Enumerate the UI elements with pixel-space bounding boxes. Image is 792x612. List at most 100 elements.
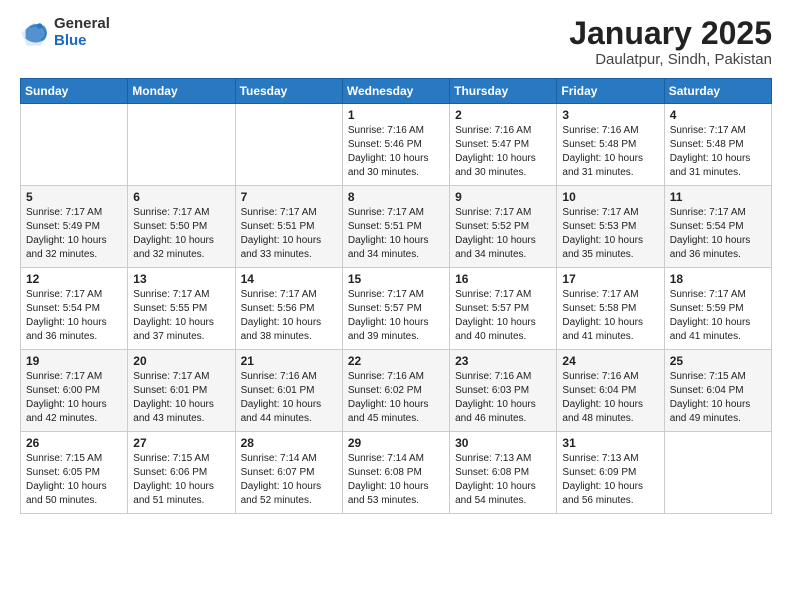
day-number: 6 bbox=[133, 190, 229, 204]
day-number: 29 bbox=[348, 436, 444, 450]
header-sunday: Sunday bbox=[21, 79, 128, 104]
table-row: 9 Sunrise: 7:17 AM Sunset: 5:52 PM Daylig… bbox=[450, 186, 557, 268]
title-area: January 2025 Daulatpur, Sindh, Pakistan bbox=[569, 16, 772, 68]
table-row: 30Sunrise: 7:13 AM Sunset: 6:08 PM Dayli… bbox=[450, 432, 557, 514]
day-info: Sunrise: 7:17 AM Sunset: 5:51 PM Dayligh… bbox=[241, 206, 337, 262]
day-number: 22 bbox=[348, 354, 444, 368]
day-number: 28 bbox=[241, 436, 337, 450]
table-row: 20Sunrise: 7:17 AM Sunset: 6:01 PM Dayli… bbox=[128, 350, 235, 432]
table-row bbox=[21, 104, 128, 186]
day-number: 16 bbox=[455, 272, 551, 286]
day-info: Sunrise: 7:16 AM Sunset: 5:46 PM Dayligh… bbox=[348, 124, 444, 180]
day-info: Sunrise: 7:17 AM Sunset: 5:51 PM Dayligh… bbox=[348, 206, 444, 262]
header-tuesday: Tuesday bbox=[235, 79, 342, 104]
table-row: 18 Sunrise: 7:17 AM Sunset: 5:59 PM Dayli… bbox=[664, 268, 771, 350]
day-number: 26 bbox=[26, 436, 122, 450]
header-saturday: Saturday bbox=[664, 79, 771, 104]
day-number: 14 bbox=[241, 272, 337, 286]
table-row bbox=[664, 432, 771, 514]
table-row: 27 Sunrise: 7:15 AM Sunset: 6:06 PM Dayli… bbox=[128, 432, 235, 514]
header-friday: Friday bbox=[557, 79, 664, 104]
table-row: 3Sunrise: 7:16 AM Sunset: 5:48 PM Daylig… bbox=[557, 104, 664, 186]
header-wednesday: Wednesday bbox=[342, 79, 449, 104]
week-row-3: 19 Sunrise: 7:17 AM Sunset: 6:00 PM Dayli… bbox=[21, 350, 772, 432]
day-info: Sunrise: 7:17 AM Sunset: 5:59 PM Dayligh… bbox=[670, 288, 766, 344]
table-row: 24 Sunrise: 7:16 AM Sunset: 6:04 PM Dayli… bbox=[557, 350, 664, 432]
day-number: 27 bbox=[133, 436, 229, 450]
day-info: Sunrise: 7:14 AM Sunset: 6:07 PM Dayligh… bbox=[241, 452, 337, 508]
day-number: 2 bbox=[455, 108, 551, 122]
day-info: Sunrise: 7:17 AM Sunset: 5:52 PM Dayligh… bbox=[455, 206, 551, 262]
week-row-0: 1Sunrise: 7:16 AM Sunset: 5:46 PM Daylig… bbox=[21, 104, 772, 186]
day-info: Sunrise: 7:17 AM Sunset: 5:55 PM Dayligh… bbox=[133, 288, 229, 344]
day-info: Sunrise: 7:15 AM Sunset: 6:04 PM Dayligh… bbox=[670, 370, 766, 426]
day-number: 9 bbox=[455, 190, 551, 204]
table-row: 8 Sunrise: 7:17 AM Sunset: 5:51 PM Daylig… bbox=[342, 186, 449, 268]
day-info: Sunrise: 7:15 AM Sunset: 6:05 PM Dayligh… bbox=[26, 452, 122, 508]
day-info: Sunrise: 7:14 AM Sunset: 6:08 PM Dayligh… bbox=[348, 452, 444, 508]
table-row: 26 Sunrise: 7:15 AM Sunset: 6:05 PM Dayli… bbox=[21, 432, 128, 514]
table-row: 7 Sunrise: 7:17 AM Sunset: 5:51 PM Daylig… bbox=[235, 186, 342, 268]
table-row: 28 Sunrise: 7:14 AM Sunset: 6:07 PM Dayli… bbox=[235, 432, 342, 514]
table-row: 11 Sunrise: 7:17 AM Sunset: 5:54 PM Dayli… bbox=[664, 186, 771, 268]
header-row: Sunday Monday Tuesday Wednesday Thursday… bbox=[21, 79, 772, 104]
day-info: Sunrise: 7:17 AM Sunset: 6:00 PM Dayligh… bbox=[26, 370, 122, 426]
table-row: 21 Sunrise: 7:16 AM Sunset: 6:01 PM Dayli… bbox=[235, 350, 342, 432]
day-info: Sunrise: 7:17 AM Sunset: 6:01 PM Dayligh… bbox=[133, 370, 229, 426]
day-info: Sunrise: 7:17 AM Sunset: 5:57 PM Dayligh… bbox=[455, 288, 551, 344]
header-monday: Monday bbox=[128, 79, 235, 104]
day-number: 25 bbox=[670, 354, 766, 368]
day-number: 11 bbox=[670, 190, 766, 204]
day-info: Sunrise: 7:16 AM Sunset: 6:03 PM Dayligh… bbox=[455, 370, 551, 426]
logo-general-text: General bbox=[54, 16, 110, 33]
day-number: 18 bbox=[670, 272, 766, 286]
day-number: 19 bbox=[26, 354, 122, 368]
day-info: Sunrise: 7:17 AM Sunset: 5:48 PM Dayligh… bbox=[670, 124, 766, 180]
calendar-subtitle: Daulatpur, Sindh, Pakistan bbox=[569, 51, 772, 68]
table-row: 4 Sunrise: 7:17 AM Sunset: 5:48 PM Daylig… bbox=[664, 104, 771, 186]
day-info: Sunrise: 7:17 AM Sunset: 5:53 PM Dayligh… bbox=[562, 206, 658, 262]
logo-text: General Blue bbox=[54, 16, 110, 49]
day-number: 12 bbox=[26, 272, 122, 286]
day-number: 23 bbox=[455, 354, 551, 368]
day-number: 13 bbox=[133, 272, 229, 286]
calendar-table: Sunday Monday Tuesday Wednesday Thursday… bbox=[20, 78, 772, 514]
page: General Blue January 2025 Daulatpur, Sin… bbox=[0, 0, 792, 612]
table-row: 29 Sunrise: 7:14 AM Sunset: 6:08 PM Dayli… bbox=[342, 432, 449, 514]
day-info: Sunrise: 7:17 AM Sunset: 5:49 PM Dayligh… bbox=[26, 206, 122, 262]
day-info: Sunrise: 7:15 AM Sunset: 6:06 PM Dayligh… bbox=[133, 452, 229, 508]
week-row-2: 12Sunrise: 7:17 AM Sunset: 5:54 PM Dayli… bbox=[21, 268, 772, 350]
day-info: Sunrise: 7:16 AM Sunset: 6:04 PM Dayligh… bbox=[562, 370, 658, 426]
day-number: 7 bbox=[241, 190, 337, 204]
day-number: 21 bbox=[241, 354, 337, 368]
table-row: 10Sunrise: 7:17 AM Sunset: 5:53 PM Dayli… bbox=[557, 186, 664, 268]
table-row: 22 Sunrise: 7:16 AM Sunset: 6:02 PM Dayli… bbox=[342, 350, 449, 432]
table-row bbox=[128, 104, 235, 186]
header-thursday: Thursday bbox=[450, 79, 557, 104]
logo-blue-text: Blue bbox=[54, 33, 110, 50]
day-number: 24 bbox=[562, 354, 658, 368]
day-info: Sunrise: 7:17 AM Sunset: 5:54 PM Dayligh… bbox=[670, 206, 766, 262]
day-info: Sunrise: 7:16 AM Sunset: 6:02 PM Dayligh… bbox=[348, 370, 444, 426]
day-info: Sunrise: 7:16 AM Sunset: 5:48 PM Dayligh… bbox=[562, 124, 658, 180]
day-info: Sunrise: 7:13 AM Sunset: 6:08 PM Dayligh… bbox=[455, 452, 551, 508]
table-row: 19 Sunrise: 7:17 AM Sunset: 6:00 PM Dayli… bbox=[21, 350, 128, 432]
day-number: 4 bbox=[670, 108, 766, 122]
logo: General Blue bbox=[20, 16, 110, 49]
table-row: 2Sunrise: 7:16 AM Sunset: 5:47 PM Daylig… bbox=[450, 104, 557, 186]
table-row: 31Sunrise: 7:13 AM Sunset: 6:09 PM Dayli… bbox=[557, 432, 664, 514]
table-row: 1Sunrise: 7:16 AM Sunset: 5:46 PM Daylig… bbox=[342, 104, 449, 186]
table-row: 12Sunrise: 7:17 AM Sunset: 5:54 PM Dayli… bbox=[21, 268, 128, 350]
day-number: 5 bbox=[26, 190, 122, 204]
week-row-4: 26 Sunrise: 7:15 AM Sunset: 6:05 PM Dayli… bbox=[21, 432, 772, 514]
table-row: 14Sunrise: 7:17 AM Sunset: 5:56 PM Dayli… bbox=[235, 268, 342, 350]
day-number: 31 bbox=[562, 436, 658, 450]
header: General Blue January 2025 Daulatpur, Sin… bbox=[20, 16, 772, 68]
logo-icon bbox=[20, 19, 48, 47]
calendar-title: January 2025 bbox=[569, 16, 772, 51]
day-number: 17 bbox=[562, 272, 658, 286]
day-number: 8 bbox=[348, 190, 444, 204]
table-row: 13 Sunrise: 7:17 AM Sunset: 5:55 PM Dayli… bbox=[128, 268, 235, 350]
day-info: Sunrise: 7:16 AM Sunset: 6:01 PM Dayligh… bbox=[241, 370, 337, 426]
table-row: 5 Sunrise: 7:17 AM Sunset: 5:49 PM Daylig… bbox=[21, 186, 128, 268]
